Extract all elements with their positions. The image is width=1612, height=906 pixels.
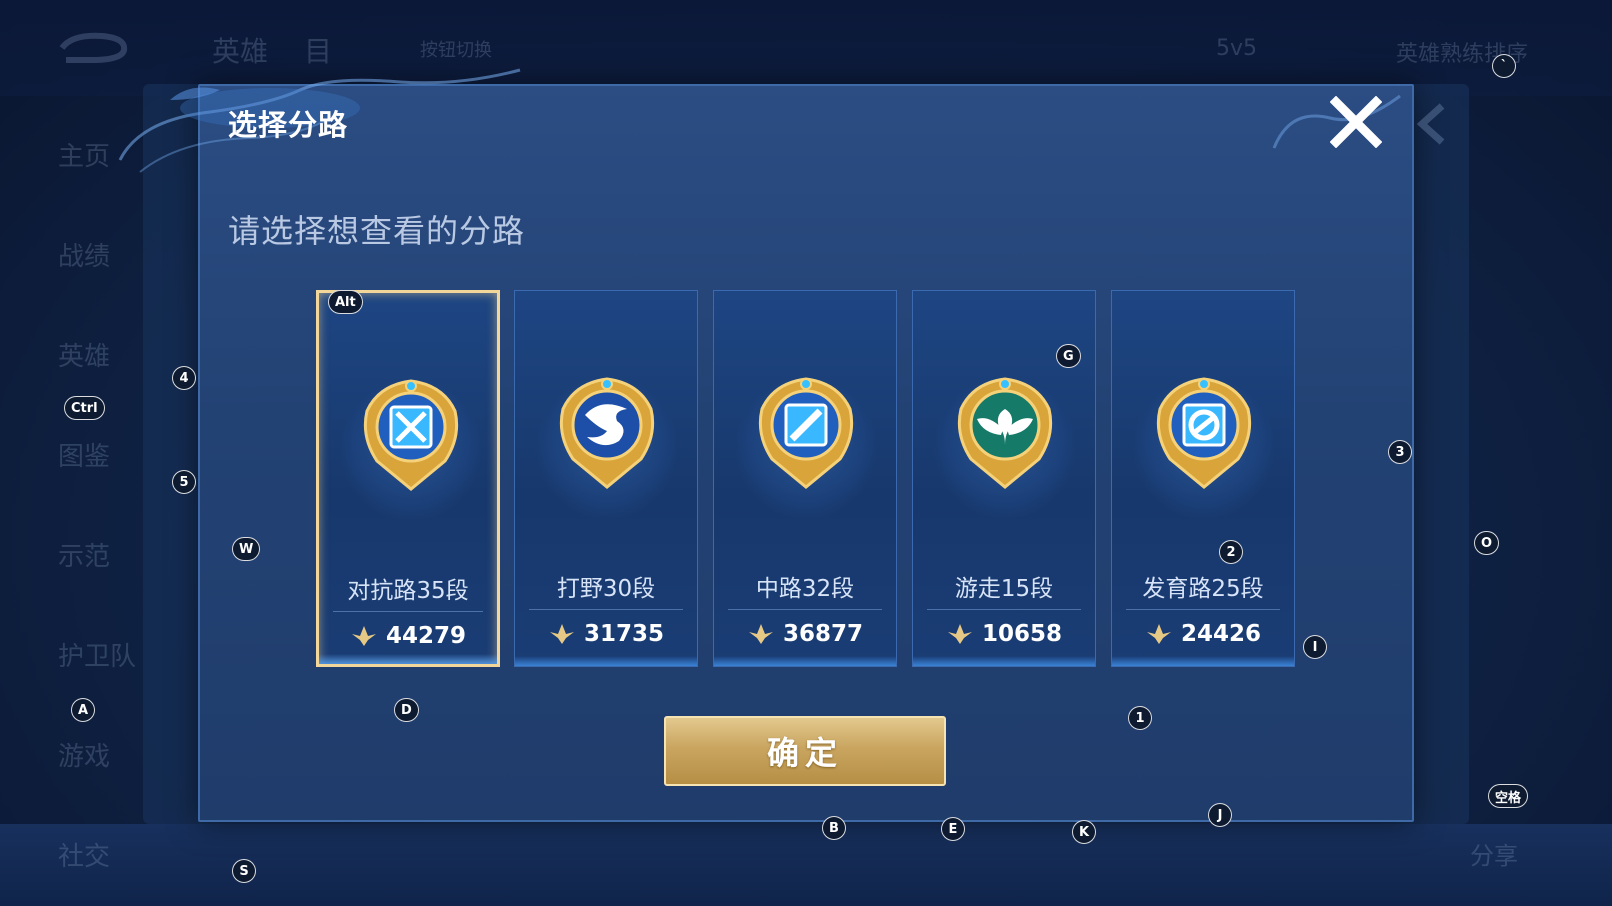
lane-card-mid[interactable]: 中路32段 36877 [713,290,897,667]
confirm-button[interactable]: 确定 [664,716,946,786]
farm-lane-icon [1156,377,1252,489]
lane-name: 对抗路35段 [347,578,469,604]
lane-name: 打野30段 [556,576,656,602]
key-hint-badge: S [232,859,256,883]
key-hint-badge: W [232,537,261,561]
bg-share-label: 分享 [1470,842,1518,870]
bg-sidebar-item-demo: 示范 [58,542,111,572]
lane-score: 44279 [385,623,467,649]
background-close-icon [1416,103,1445,145]
key-hint-badge: A [71,698,96,722]
lane-name: 游走15段 [954,576,1054,602]
key-hint-badge: 1 [1128,706,1152,730]
bg-tab-switch: 按钮切换 [420,40,492,61]
score-wings-icon [748,624,773,644]
roam-wings-icon [957,377,1053,489]
bg-sidebar-item-game: 游戏 [58,742,111,772]
bg-sidebar-item-record: 战绩 [58,242,111,272]
bg-mode-select: 5v5 [1216,36,1258,61]
key-hint-badge: I [1303,635,1327,659]
lane-score-row: 10658 [913,621,1095,647]
lane-divider [333,611,483,612]
lane-card-clash[interactable]: 对抗路35段 44279 [316,290,500,667]
lane-score: 36877 [782,621,864,647]
bg-sidebar-item-social: 社交 [58,842,111,872]
lane-score-row: 31735 [515,621,697,647]
lane-score: 31735 [583,621,665,647]
lane-divider [728,609,882,610]
bg-sidebar-item-guard: 护卫队 [58,642,137,672]
score-wings-icon [351,626,376,646]
key-hint-badge: B [822,816,846,840]
lane-score-row: 44279 [319,623,497,649]
key-hint-badge: ` [1492,54,1516,78]
lane-score-row: 36877 [714,621,896,647]
dialog-subtitle: 请选择想查看的分路 [228,212,526,250]
key-hint-badge: G [1056,344,1081,368]
key-hint-badge: 3 [1388,440,1412,464]
key-hint-badge: 空格 [1488,784,1529,808]
lane-divider [529,609,683,610]
close-icon[interactable] [1330,96,1382,148]
lane-divider [1126,609,1280,610]
lane-score-row: 24426 [1112,621,1294,647]
lane-score: 24426 [1180,621,1262,647]
dialog-title: 选择分路 [228,108,349,142]
key-hint-badge: 5 [172,470,196,494]
jungle-dragon-icon [559,377,655,489]
key-hint-badge: E [941,817,965,841]
lane-card-farm[interactable]: 发育路25段 24426 [1111,290,1295,667]
mid-lane-icon [758,377,854,489]
key-hint-badge: K [1072,820,1097,844]
score-wings-icon [1146,624,1171,644]
lane-card-jungle[interactable]: 打野30段 31735 [514,290,698,667]
key-hint-badge: O [1474,531,1500,555]
bg-sidebar-item-codex: 图鉴 [58,442,111,472]
key-hint-badge: D [394,698,419,722]
clash-lane-swords-icon [363,379,459,491]
lane-name: 发育路25段 [1142,576,1264,602]
key-hint-badge: J [1208,803,1232,827]
bg-sidebar-item-heroes: 英雄 [58,342,111,372]
key-hint-badge: Alt [328,290,363,314]
lane-divider [927,609,1081,610]
key-hint-badge: Ctrl [64,396,105,420]
lane-score: 10658 [981,621,1063,647]
key-hint-badge: 4 [172,366,196,390]
lane-name: 中路32段 [755,576,855,602]
score-wings-icon [947,624,972,644]
score-wings-icon [549,624,574,644]
key-hint-badge: 2 [1219,540,1243,564]
